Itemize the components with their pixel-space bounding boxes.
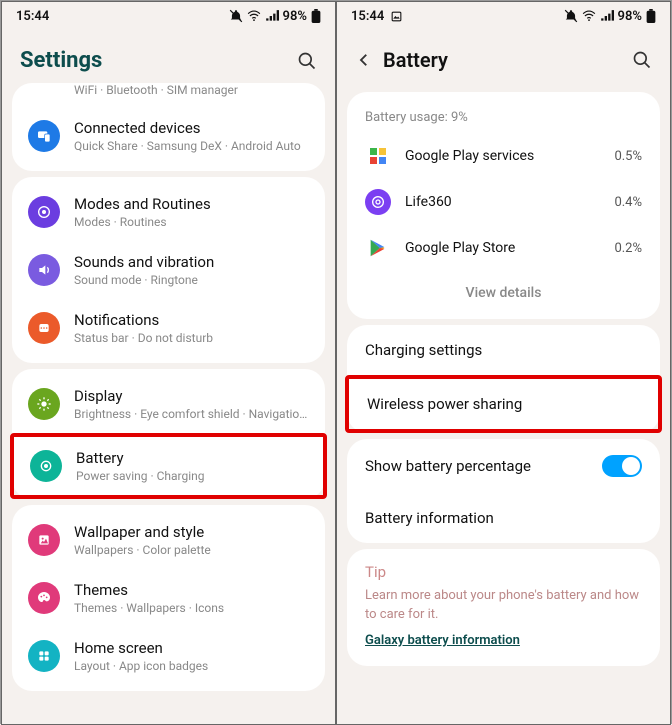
item-sounds-vibration[interactable]: Sounds and vibration Sound mode · Ringto… (12, 241, 325, 299)
status-right: 98% (229, 9, 321, 24)
app-name: Life360 (405, 194, 600, 210)
signal-icon (265, 9, 279, 23)
app-pct: 0.2% (614, 241, 642, 256)
search-icon[interactable] (297, 51, 317, 71)
item-title: Battery (76, 449, 307, 467)
app-name: Google Play Store (405, 240, 600, 256)
item-themes[interactable]: Themes Themes · Wallpapers · Icons (12, 569, 325, 627)
connections-sub: WiFi · Bluetooth · SIM manager (12, 83, 325, 107)
item-sub: Layout · App icon badges (74, 659, 309, 673)
item-sub: Wallpapers · Color palette (74, 543, 309, 557)
page-title: Settings (20, 48, 102, 73)
status-battery-pct: 98% (283, 9, 307, 24)
item-title: Notifications (74, 311, 309, 329)
app-row-play-store[interactable]: Google Play Store 0.2% (347, 225, 660, 271)
item-connected-devices[interactable]: Connected devices Quick Share · Samsung … (12, 107, 325, 165)
item-show-percentage[interactable]: Show battery percentage (347, 439, 660, 493)
status-bar: 15:44 98% (2, 2, 335, 30)
mute-icon (564, 9, 578, 23)
item-title: Display (74, 387, 309, 405)
app-pct: 0.4% (614, 195, 642, 210)
search-icon[interactable] (632, 50, 652, 70)
item-sub: Modes · Routines (74, 215, 309, 229)
app-name: Google Play services (405, 148, 600, 164)
info-card: Show battery percentage Battery informat… (347, 439, 660, 543)
item-sub: Status bar · Do not disturb (74, 331, 309, 345)
battery-icon (311, 9, 321, 23)
modes-icon (28, 196, 60, 228)
app-row-play-services[interactable]: Google Play services 0.5% (347, 133, 660, 179)
battery-screen: 15:44 98% Battery Battery usage: 9% Goog… (336, 1, 671, 725)
tip-title: Tip (365, 563, 642, 581)
item-sub: Brightness · Eye comfort shield · Naviga… (74, 407, 309, 421)
item-title: Connected devices (74, 119, 309, 137)
item-battery[interactable]: Battery Power saving · Charging (10, 433, 327, 499)
tip-card: Tip Learn more about your phone's batter… (347, 549, 660, 666)
sound-icon (28, 254, 60, 286)
home-icon (28, 640, 60, 672)
item-title: Themes (74, 581, 309, 599)
status-bar: 15:44 98% (337, 2, 670, 30)
life360-icon (365, 189, 391, 215)
wallpaper-icon (28, 524, 60, 556)
app-pct: 0.5% (614, 149, 642, 164)
item-home-screen[interactable]: Home screen Layout · App icon badges (12, 627, 325, 685)
item-label: Battery information (365, 509, 494, 527)
page-title: Battery (383, 48, 448, 72)
tip-link[interactable]: Galaxy battery information (365, 633, 520, 648)
themes-icon (28, 582, 60, 614)
view-details-button[interactable]: View details (347, 271, 660, 315)
item-sub: Themes · Wallpapers · Icons (74, 601, 309, 615)
item-charging-settings[interactable]: Charging settings (347, 325, 660, 375)
battery-usage-card: Battery usage: 9% Google Play services 0… (347, 92, 660, 319)
toggle-show-percentage[interactable] (602, 455, 642, 477)
settings-header: Settings (2, 30, 335, 87)
item-label: Wireless power sharing (367, 395, 522, 413)
item-label: Show battery percentage (365, 457, 531, 475)
item-wallpaper[interactable]: Wallpaper and style Wallpapers · Color p… (12, 511, 325, 569)
item-modes-routines[interactable]: Modes and Routines Modes · Routines (12, 183, 325, 241)
status-battery-pct: 98% (618, 9, 642, 24)
usage-header: Battery usage: 9% (347, 96, 660, 133)
signal-icon (600, 9, 614, 23)
item-title: Sounds and vibration (74, 253, 309, 271)
item-sub: Quick Share · Samsung DeX · Android Auto (74, 139, 309, 153)
status-time: 15:44 (16, 9, 49, 24)
item-title: Modes and Routines (74, 195, 309, 213)
app-row-life360[interactable]: Life360 0.4% (347, 179, 660, 225)
wifi-icon (582, 9, 596, 23)
status-right: 98% (564, 9, 656, 24)
item-title: Wallpaper and style (74, 523, 309, 541)
settings-group-personalize: Wallpaper and style Wallpapers · Color p… (12, 505, 325, 691)
settings-screen: 15:44 98% Settings WiFi · Bluetooth · SI… (1, 1, 336, 725)
settings-group-connections: WiFi · Bluetooth · SIM manager Connected… (12, 83, 325, 171)
tip-body: Learn more about your phone's battery an… (365, 587, 642, 625)
wifi-icon (247, 9, 261, 23)
item-title: Home screen (74, 639, 309, 657)
play-services-icon (365, 143, 391, 169)
battery-icon (646, 9, 656, 23)
play-store-icon (365, 235, 391, 261)
notifications-icon (28, 312, 60, 344)
mute-icon (229, 9, 243, 23)
settings-group-display: Display Brightness · Eye comfort shield … (12, 369, 325, 499)
battery-settings-icon (30, 450, 62, 482)
item-display[interactable]: Display Brightness · Eye comfort shield … (12, 375, 325, 433)
item-sub: Sound mode · Ringtone (74, 273, 309, 287)
charging-card: Charging settings Wireless power sharing (347, 325, 660, 433)
status-time: 15:44 (351, 9, 384, 24)
devices-icon (28, 120, 60, 152)
display-icon (28, 388, 60, 420)
item-sub: Power saving · Charging (76, 469, 307, 483)
battery-header: Battery (337, 30, 670, 86)
settings-group-modes: Modes and Routines Modes · Routines Soun… (12, 177, 325, 363)
item-notifications[interactable]: Notifications Status bar · Do not distur… (12, 299, 325, 357)
back-icon[interactable] (355, 51, 373, 69)
item-wireless-power-sharing[interactable]: Wireless power sharing (345, 375, 662, 433)
item-battery-information[interactable]: Battery information (347, 493, 660, 543)
item-label: Charging settings (365, 341, 482, 359)
screenshot-icon (390, 10, 403, 23)
